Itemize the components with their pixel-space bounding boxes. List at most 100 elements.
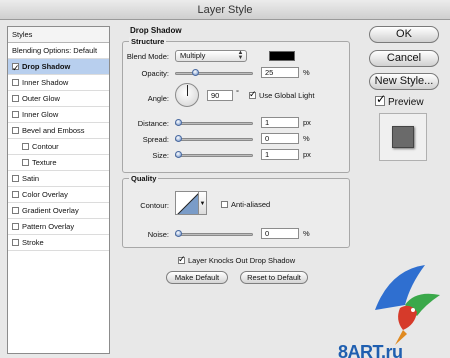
noise-slider-knob[interactable] xyxy=(175,230,182,237)
distance-slider[interactable] xyxy=(175,119,253,126)
style-item-label: Texture xyxy=(32,158,57,167)
style-item-label: Bevel and Emboss xyxy=(22,126,85,135)
checkbox-icon[interactable] xyxy=(12,127,19,134)
size-label: Size: xyxy=(152,151,169,160)
checkbox-icon[interactable] xyxy=(12,175,19,182)
angle-input[interactable]: 90 xyxy=(207,90,233,101)
style-item-texture[interactable]: Texture xyxy=(8,155,109,171)
style-item-inner-shadow[interactable]: Inner Shadow xyxy=(8,75,109,91)
distance-unit: px xyxy=(303,118,311,127)
angle-dial-hand xyxy=(187,85,188,96)
opacity-unit: % xyxy=(303,68,310,77)
style-item-pattern-overlay[interactable]: Pattern Overlay xyxy=(8,219,109,235)
checkbox-icon[interactable] xyxy=(22,143,29,150)
contour-picker[interactable] xyxy=(175,191,199,215)
select-arrows-icon: ▲ ▼ xyxy=(237,50,244,61)
checkbox-icon[interactable] xyxy=(12,95,19,102)
drop-shadow-panel: Drop Shadow Structure Blend Mode: Multip… xyxy=(118,26,355,354)
distance-label: Distance: xyxy=(137,119,169,128)
opacity-input[interactable]: 25 xyxy=(261,67,299,78)
noise-label: Noise: xyxy=(147,230,169,239)
preview-checkbox[interactable]: Preview xyxy=(375,92,424,108)
style-item-label: Drop Shadow xyxy=(22,62,71,71)
spread-slider[interactable] xyxy=(175,135,253,142)
parrot-logo-icon xyxy=(375,265,440,345)
size-slider-knob[interactable] xyxy=(175,151,182,158)
angle-dial[interactable] xyxy=(175,83,199,107)
blend-mode-value: Multiply xyxy=(180,51,206,60)
styles-header[interactable]: Styles xyxy=(8,27,109,43)
structure-group: Structure Blend Mode: Multiply ▲ ▼ Opacit… xyxy=(122,37,350,173)
quality-group: Quality Contour: ▼ Anti-aliased Noise: 0… xyxy=(122,174,350,248)
style-item-stroke[interactable]: Stroke xyxy=(8,235,109,251)
checkbox-icon xyxy=(375,92,386,106)
style-item-label: Blending Options: Default xyxy=(12,46,98,55)
style-item-label: Satin xyxy=(22,174,40,183)
style-item-outer-glow[interactable]: Outer Glow xyxy=(8,91,109,107)
noise-unit: % xyxy=(303,229,310,238)
angle-unit: ° xyxy=(236,88,239,97)
spread-slider-knob[interactable] xyxy=(175,135,182,142)
checkbox-icon xyxy=(249,89,257,100)
style-item-label: Stroke xyxy=(22,238,44,247)
noise-slider[interactable] xyxy=(175,230,253,237)
anti-aliased-label: Anti-aliased xyxy=(231,200,271,209)
checkbox-icon[interactable] xyxy=(22,159,29,166)
styles-list: Styles Blending Options: Default Drop Sha… xyxy=(7,26,110,354)
style-item-inner-glow[interactable]: Inner Glow xyxy=(8,107,109,123)
contour-dropdown-button[interactable]: ▼ xyxy=(199,191,207,215)
style-item-label: Pattern Overlay xyxy=(22,222,75,231)
checkbox-icon[interactable] xyxy=(12,60,20,76)
spread-input[interactable]: 0 xyxy=(261,133,299,144)
checkbox-icon[interactable] xyxy=(12,239,19,246)
spread-unit: % xyxy=(303,134,310,143)
style-item-label: Gradient Overlay xyxy=(22,206,79,215)
use-global-light-label: Use Global Light xyxy=(259,91,315,100)
knockout-label: Layer Knocks Out Drop Shadow xyxy=(188,256,296,265)
contour-curve-icon xyxy=(177,193,198,214)
blend-mode-label: Blend Mode: xyxy=(126,52,169,61)
size-unit: px xyxy=(303,150,311,159)
make-default-button[interactable]: Make Default xyxy=(166,271,228,284)
style-item-color-overlay[interactable]: Color Overlay xyxy=(8,187,109,203)
preview-square xyxy=(392,126,414,148)
noise-input[interactable]: 0 xyxy=(261,228,299,239)
style-item-blending-options-default[interactable]: Blending Options: Default xyxy=(8,43,109,59)
cancel-button[interactable]: Cancel xyxy=(369,50,439,67)
size-input[interactable]: 1 xyxy=(261,149,299,160)
style-item-label: Inner Glow xyxy=(22,110,59,119)
checkbox-icon[interactable] xyxy=(12,111,19,118)
structure-title: Structure xyxy=(129,37,167,46)
checkbox-icon xyxy=(178,254,186,265)
style-item-drop-shadow[interactable]: Drop Shadow xyxy=(8,59,109,76)
distance-slider-knob[interactable] xyxy=(175,119,182,126)
checkbox-icon[interactable] xyxy=(12,207,19,214)
angle-label: Angle: xyxy=(147,94,169,103)
style-item-satin[interactable]: Satin xyxy=(8,171,109,187)
watermark-text: 8ART.ru xyxy=(338,342,403,358)
anti-aliased-checkbox[interactable]: Anti-aliased xyxy=(221,200,270,209)
opacity-label: Opacity: xyxy=(141,69,169,78)
style-item-label: Inner Shadow xyxy=(22,78,69,87)
distance-input[interactable]: 1 xyxy=(261,117,299,128)
style-item-label: Outer Glow xyxy=(22,94,60,103)
checkbox-icon[interactable] xyxy=(12,79,19,86)
opacity-slider-knob[interactable] xyxy=(192,69,200,76)
reset-to-default-button[interactable]: Reset to Default xyxy=(240,271,308,284)
size-slider[interactable] xyxy=(175,151,253,158)
blend-mode-select[interactable]: Multiply ▲ ▼ xyxy=(175,50,247,62)
style-item-gradient-overlay[interactable]: Gradient Overlay xyxy=(8,203,109,219)
preview-label: Preview xyxy=(388,97,424,108)
new-style-button[interactable]: New Style... xyxy=(369,73,439,90)
checkbox-icon[interactable] xyxy=(12,223,19,230)
style-item-bevel-and-emboss[interactable]: Bevel and Emboss xyxy=(8,123,109,139)
ok-button[interactable]: OK xyxy=(369,26,439,43)
knockout-checkbox[interactable]: Layer Knocks Out Drop Shadow xyxy=(178,254,296,265)
window-title: Layer Style xyxy=(0,0,450,20)
checkbox-icon[interactable] xyxy=(12,191,19,198)
opacity-slider[interactable] xyxy=(175,69,253,76)
style-item-contour[interactable]: Contour xyxy=(8,139,109,155)
use-global-light-checkbox[interactable]: Use Global Light xyxy=(249,89,315,100)
shadow-color-swatch[interactable] xyxy=(269,51,295,61)
checkbox-icon xyxy=(221,201,228,208)
